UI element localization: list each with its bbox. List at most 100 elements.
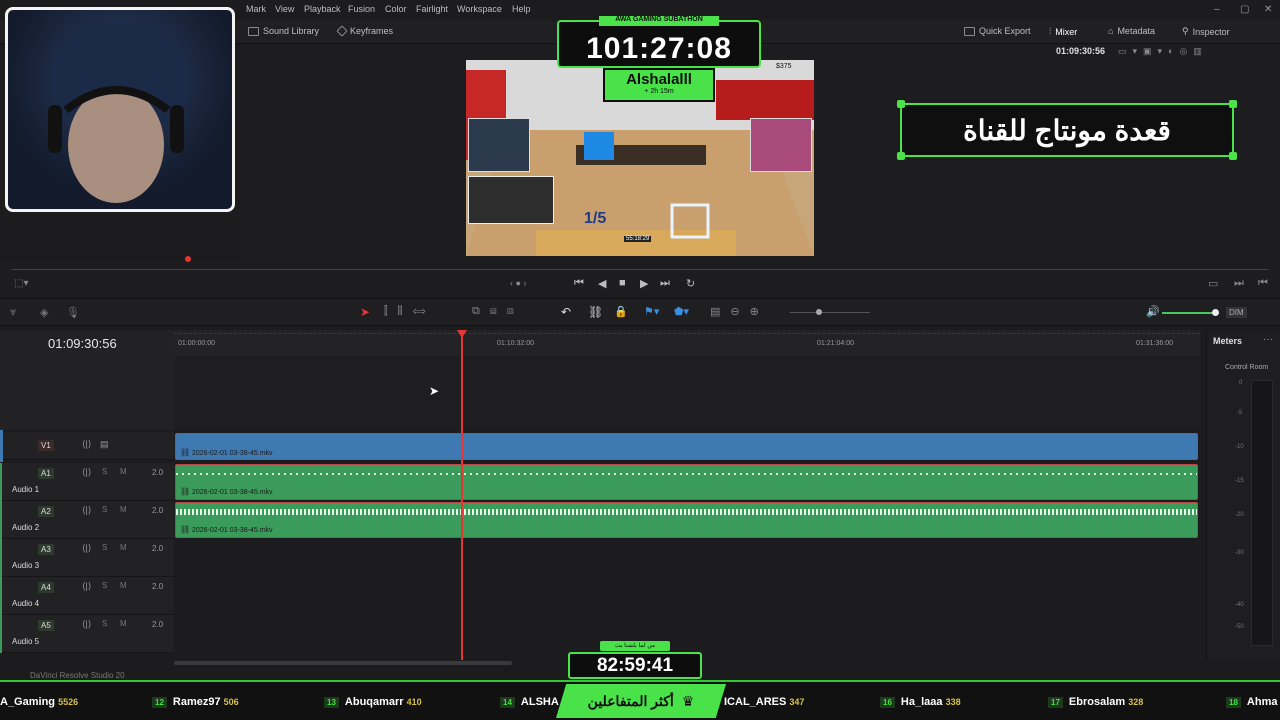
trim-tools-icons[interactable]: ⫿⫼⟺ — [384, 305, 436, 318]
menu-help[interactable]: Help — [512, 4, 531, 14]
audio-clip-a2[interactable]: 2026-02-01 03-38-45.mkv ⛓ — [175, 502, 1198, 538]
mixer-button[interactable]: ⫶ Mixer — [1049, 26, 1077, 37]
fullscreen-icon[interactable]: ▭ — [1208, 277, 1218, 290]
zoom-slider[interactable] — [790, 312, 870, 313]
menu-workspace[interactable]: Workspace — [457, 4, 502, 14]
loop-icon[interactable]: ↻ — [686, 277, 695, 290]
solo-button[interactable]: S — [102, 505, 107, 514]
track-auto-select-icon[interactable]: ⟨|⟩ — [82, 505, 91, 516]
first-frame-icon[interactable]: ⏮ — [574, 277, 584, 290]
play-icon[interactable]: ▶ — [640, 277, 648, 290]
video-facecam-left — [468, 118, 530, 172]
dim-button[interactable]: DIM — [1226, 307, 1247, 318]
viewer-options-icons[interactable]: ▭▾▣▾◐◎▥ — [1118, 46, 1208, 57]
track-auto-select-icon[interactable]: ⟨|⟩ — [82, 619, 91, 630]
stop-icon[interactable]: ■ — [619, 277, 626, 289]
track-name: Audio 5 — [12, 637, 40, 646]
video-counter: 1/5 — [584, 210, 607, 227]
timeline-header-panel: 01:09:30:56 — [0, 330, 174, 430]
solo-button[interactable]: S — [102, 543, 107, 552]
maximize-icon[interactable]: ▢ — [1240, 4, 1249, 15]
volume-icon[interactable]: 🔊 — [1146, 305, 1160, 318]
jog-icon[interactable]: ‹ ● › — [510, 278, 526, 288]
marker-icon[interactable]: ⬟▾ — [674, 305, 689, 318]
track-auto-select-icon[interactable]: ⟨|⟩ — [82, 543, 91, 554]
playhead-handle[interactable] — [457, 330, 467, 338]
link-icon: ⛓ — [180, 525, 191, 534]
last-frame-icon[interactable]: ⏭ — [660, 277, 670, 290]
timeline-scrollbar[interactable] — [174, 661, 512, 665]
track-auto-select-icon[interactable]: ⟨|⟩ — [82, 467, 91, 478]
menu-color[interactable]: Color — [385, 4, 407, 14]
track-volume: 2.0 — [152, 582, 164, 591]
minimize-icon[interactable]: – — [1214, 4, 1220, 15]
added-time: + 2h 15m — [644, 88, 674, 95]
volume-slider[interactable] — [1162, 312, 1214, 314]
lock-icon[interactable]: 🔒 — [614, 305, 628, 318]
track-film-icon[interactable]: ▤ — [100, 439, 109, 450]
menu-playback[interactable]: Playback — [304, 4, 341, 14]
solo-button[interactable]: S — [102, 619, 107, 628]
more-options-icon[interactable]: ··· — [1263, 334, 1273, 345]
flag-icon[interactable]: ⚑▾ — [644, 305, 659, 318]
mute-button[interactable]: M — [120, 581, 127, 590]
video-clip[interactable]: 2026-02-01 03-38-45.mkv ⛓ — [175, 433, 1198, 460]
link-icon[interactable]: ⛓ — [588, 305, 603, 319]
webcam-image — [48, 20, 190, 203]
track-auto-select-icon[interactable]: ⟨|⟩ — [82, 439, 91, 450]
track-id: A5 — [38, 620, 54, 631]
timeline-playhead[interactable] — [461, 330, 463, 660]
volume-slider-handle[interactable] — [1212, 309, 1219, 316]
prev-clip-icon[interactable]: ⏮ — [1258, 277, 1268, 290]
menu-fairlight[interactable]: Fairlight — [416, 4, 448, 14]
snapping-icon[interactable]: ↶ — [561, 305, 571, 319]
meter-scale: -5 — [1237, 410, 1243, 416]
zoom-slider-handle[interactable] — [816, 309, 822, 315]
clip-name: 2026-02-01 03-38-45.mkv — [192, 450, 273, 457]
next-clip-icon[interactable]: ⏭ — [1234, 277, 1244, 290]
solo-button[interactable]: S — [102, 581, 107, 590]
menu-fusion[interactable]: Fusion — [348, 4, 375, 14]
layout-icon[interactable]: ⩔ — [10, 306, 16, 319]
track-header-a1: A1 ⟨|⟩ S M 2.0 Audio 1 — [0, 463, 174, 501]
track-name: Audio 1 — [12, 485, 40, 494]
menu-view[interactable]: View — [275, 4, 294, 14]
ticker-entry: 17 Ebrosalam 328 — [1048, 696, 1143, 708]
mute-button[interactable]: M — [120, 619, 127, 628]
close-icon[interactable]: ✕ — [1264, 4, 1272, 15]
meter-bar — [1251, 380, 1273, 646]
solo-button[interactable]: S — [102, 467, 107, 476]
safe-area-icon[interactable]: ⬚▾ — [14, 278, 28, 289]
metadata-button[interactable]: ⌂ Metadata — [1108, 26, 1155, 36]
insert-tools-icons[interactable]: ⧉⧈⧇ — [472, 305, 524, 318]
track-id: A3 — [38, 544, 54, 555]
subathon-overlay: AWA GAMING SUBATHON 101:27:08 Alshalalll… — [557, 16, 761, 102]
inspector-label: Inspector — [1192, 26, 1230, 37]
timeline-empty-area[interactable] — [174, 356, 1200, 430]
ruler-mark: 01:31:36:00 — [1136, 340, 1173, 347]
mute-button[interactable]: M — [120, 543, 127, 552]
mic-icon[interactable]: 🎙 — [66, 306, 80, 319]
video-money: $375 — [776, 63, 792, 70]
audio-clip-a1[interactable]: 2026-02-01 03-38-45.mkv ⛓ — [175, 464, 1198, 500]
quick-export-button[interactable]: Quick Export — [964, 26, 1031, 36]
zoom-icons[interactable]: ▤⊖⊕ — [710, 305, 769, 318]
ruler-mark: 01:10:32:00 — [497, 340, 534, 347]
view-icon[interactable]: ◈ — [40, 306, 48, 319]
track-auto-select-icon[interactable]: ⟨|⟩ — [82, 581, 91, 592]
keyframes-button[interactable]: Keyframes — [336, 25, 393, 37]
timeline-timecode: 01:09:30:56 — [48, 336, 117, 351]
mute-button[interactable]: M — [120, 505, 127, 514]
scrub-playhead[interactable] — [185, 256, 191, 262]
menu-mark[interactable]: Mark — [246, 4, 266, 14]
app-name: DaVinci Resolve Studio 20 — [30, 671, 125, 680]
mixer-label: Mixer — [1055, 26, 1078, 37]
viewer-scrubber[interactable] — [0, 256, 1280, 276]
timeline-ruler[interactable]: 01:00:00:00 01:10:32:00 01:21:04:00 01:3… — [174, 330, 1200, 356]
mute-button[interactable]: M — [120, 467, 127, 476]
selection-tool-icon[interactable]: ➤ — [360, 305, 370, 319]
inspector-button[interactable]: ⚲ Inspector — [1182, 26, 1230, 37]
sound-library-button[interactable]: Sound Library — [248, 26, 319, 36]
video-facecam-right — [750, 118, 812, 172]
reverse-play-icon[interactable]: ◀ — [598, 277, 606, 290]
